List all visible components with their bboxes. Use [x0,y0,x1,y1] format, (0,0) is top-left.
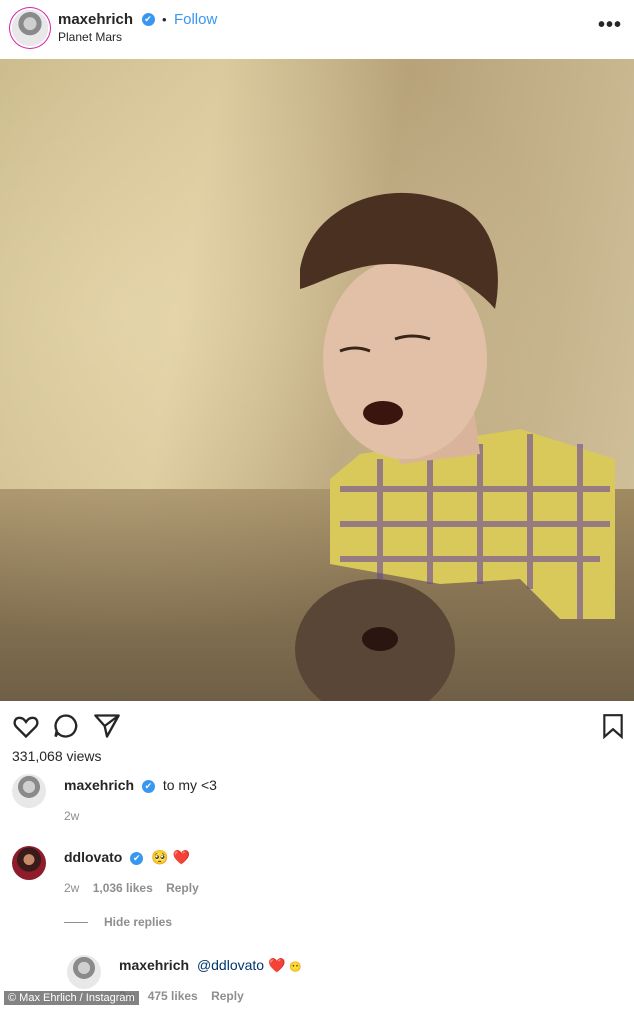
comment-username[interactable]: ddlovato [64,849,122,865]
avatar[interactable] [12,10,48,46]
comment-time[interactable]: 2w [64,881,79,895]
caption-text: to my <3 [162,777,217,793]
caption-avatar[interactable] [12,774,46,808]
caption-username[interactable]: maxehrich [64,777,134,793]
image-credit: © Max Ehrlich / Instagram [4,991,139,1005]
comment-row: ddlovato ✔ 🥺 ❤️ [64,849,190,866]
pleading-face-emoji: 🥺 [151,849,169,865]
comment-reply-button[interactable]: Reply [166,881,199,895]
reply-username[interactable]: maxehrich [119,957,189,973]
header-title-row: maxehrich ✔ • Follow [58,11,217,29]
reply-mention[interactable]: @ddlovato [197,957,264,973]
post-header: maxehrich ✔ • Follow Planet Mars ••• [0,0,634,58]
verified-badge-icon: ✔ [130,851,144,865]
comment-meta: 2w 1,036 likes Reply [64,881,199,895]
verified-badge-icon: ✔ [141,13,155,27]
comment-likes[interactable]: 1,036 likes [93,881,153,895]
comment-icon[interactable] [52,712,80,740]
caption-row: maxehrich ✔ to my <3 [64,777,217,793]
heart-emoji: ❤️ [172,849,190,865]
verified-badge-icon: ✔ [141,779,155,793]
reply-extra-emoji: 😶 [289,962,302,973]
caption-time[interactable]: 2w [64,809,79,823]
reply-avatar[interactable] [67,955,101,989]
heart-emoji: ❤️ [267,957,286,973]
header-username[interactable]: maxehrich [58,11,133,28]
bookmark-icon[interactable] [600,712,626,740]
post-image[interactable] [0,59,634,701]
heart-icon[interactable] [12,712,40,740]
comment-avatar[interactable] [12,846,46,880]
hide-replies-button[interactable]: Hide replies [104,915,172,929]
follow-button[interactable]: Follow [174,11,217,28]
more-options-icon[interactable]: ••• [598,14,622,37]
reply-likes[interactable]: 475 likes [148,989,198,1003]
image-subject [295,192,615,701]
reply-row: maxehrich @ddlovato ❤️ 😶 [119,957,302,974]
post-location[interactable]: Planet Mars [58,30,122,44]
share-icon[interactable] [93,712,121,740]
replies-divider [64,922,88,923]
views-count[interactable]: 331,068 views [12,748,102,764]
reply-reply-button[interactable]: Reply [211,989,244,1003]
separator-dot: • [161,12,167,27]
